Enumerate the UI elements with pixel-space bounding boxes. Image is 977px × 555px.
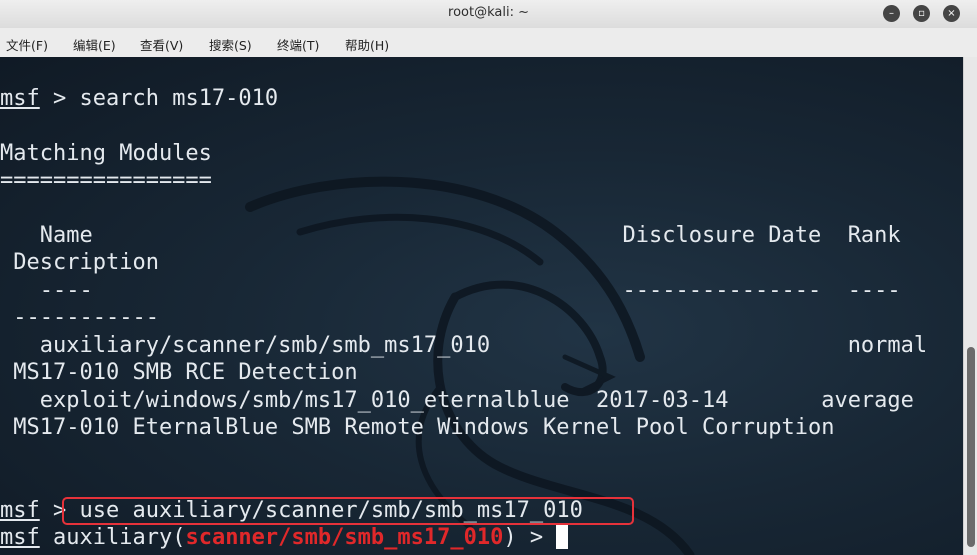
header-dashes: ---- --------------- ----	[0, 278, 901, 303]
menu-file[interactable]: 文件(F)	[6, 35, 48, 54]
text-cursor[interactable]	[556, 525, 569, 549]
terminal-line-search: msf > search ms17-010	[0, 86, 278, 112]
menu-terminal[interactable]: 终端(T)	[277, 35, 319, 54]
heading-separator: ================	[0, 168, 212, 193]
menu-bar: 文件(F) 编辑(E) 查看(V) 搜索(S) 终端(T) 帮助(H)	[0, 28, 977, 58]
minimize-icon[interactable]: –	[883, 5, 900, 22]
msf-prompt: msf	[0, 525, 40, 550]
matching-heading: Matching Modules	[0, 141, 212, 166]
highlight-box	[62, 497, 634, 525]
module-row-2: exploit/windows/smb/ms17_010_eternalblue…	[0, 388, 914, 413]
terminal-area[interactable]: msf > search ms17-010 Matching Modules =…	[0, 57, 963, 555]
module-prefix: auxiliary(	[39, 525, 186, 550]
module-row-1: auxiliary/scanner/smb/smb_ms17_010 norma…	[0, 333, 928, 358]
window-title: root@kali: ~	[448, 5, 529, 20]
close-icon[interactable]: ×	[943, 5, 960, 22]
msf-prompt: msf	[0, 498, 40, 523]
scrollbar[interactable]	[963, 57, 977, 555]
module-name: scanner/smb/smb_ms17_010	[185, 525, 504, 550]
scrollbar-thumb[interactable]	[967, 347, 975, 547]
column-header-description: Description	[0, 250, 159, 275]
msf-prompt: msf	[0, 86, 40, 111]
module-row-1-description: MS17-010 SMB RCE Detection	[0, 360, 358, 385]
menu-edit[interactable]: 编辑(E)	[73, 35, 116, 54]
menu-view[interactable]: 查看(V)	[140, 35, 183, 54]
terminal-line-current: msf auxiliary(scanner/smb/smb_ms17_010) …	[0, 525, 569, 551]
maximize-icon[interactable]: ▫	[913, 5, 930, 22]
column-header: Name Disclosure Date Rank	[0, 223, 901, 248]
menu-search[interactable]: 搜索(S)	[209, 35, 252, 54]
menu-help[interactable]: 帮助(H)	[345, 35, 389, 54]
header-dashes-description: -----------	[0, 305, 159, 330]
terminal-window: root@kali: ~ – ▫ × 文件(F) 编辑(E) 查看(V) 搜索(…	[0, 0, 977, 555]
module-row-2-description: MS17-010 EternalBlue SMB Remote Windows …	[0, 415, 835, 440]
search-command: > search ms17-010	[39, 86, 279, 111]
module-suffix: ) >	[503, 525, 557, 550]
title-bar[interactable]: root@kali: ~ – ▫ ×	[0, 0, 977, 29]
